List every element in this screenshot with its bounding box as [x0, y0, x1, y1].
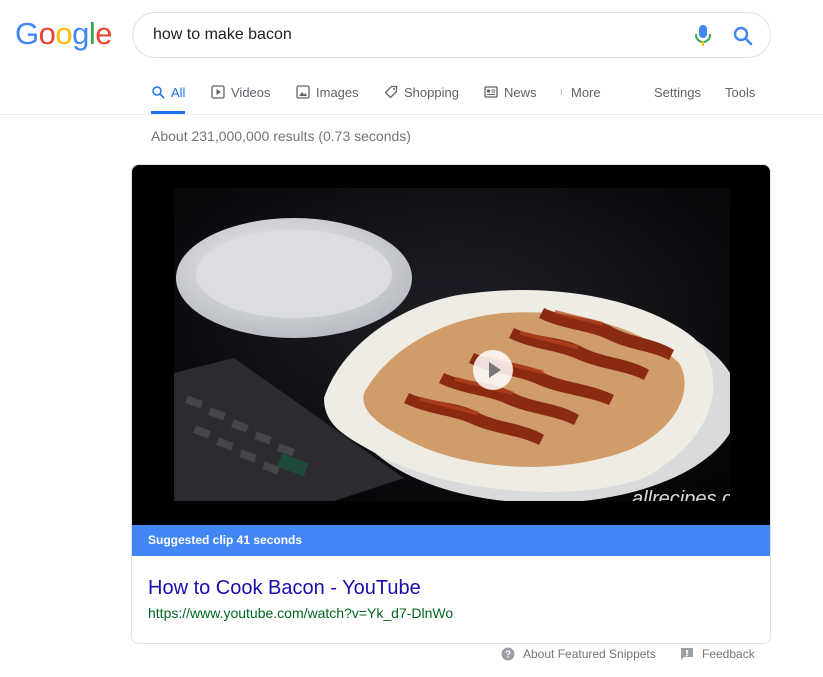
about-featured-snippets-link[interactable]: ? About Featured Snippets	[501, 647, 656, 661]
play-button[interactable]	[473, 350, 513, 390]
logo-letter: g	[72, 16, 89, 51]
tab-videos[interactable]: Videos	[211, 70, 271, 114]
help-icon: ?	[501, 647, 515, 661]
bacon-thumbnail-image	[174, 188, 730, 501]
suggested-clip-bar[interactable]: Suggested clip 41 seconds	[132, 525, 770, 556]
search-input[interactable]	[153, 13, 673, 57]
logo-letter: G	[15, 16, 39, 51]
mic-icon[interactable]	[694, 24, 712, 48]
tab-label: Tools	[725, 84, 756, 100]
feedback-label: Feedback	[702, 647, 755, 661]
result-stats: About 231,000,000 results (0.73 seconds)	[151, 128, 411, 144]
more-vert-icon	[560, 89, 562, 95]
tab-news[interactable]: News	[484, 70, 537, 114]
tab-label: Videos	[231, 84, 271, 100]
feedback-icon	[681, 648, 693, 660]
search-icon[interactable]	[731, 24, 755, 48]
image-icon	[296, 85, 310, 99]
tab-label: Images	[316, 84, 359, 100]
play-square-icon	[211, 85, 225, 99]
tab-tools[interactable]: Tools	[725, 70, 755, 114]
featured-snippet-card: allrecipes.com Suggested clip 41 seconds…	[131, 164, 771, 644]
tag-icon	[384, 85, 398, 99]
tab-label: All	[171, 84, 186, 100]
svg-text:?: ?	[505, 650, 511, 661]
newspaper-icon	[484, 86, 498, 98]
result-title-link[interactable]: How to Cook Bacon - YouTube	[148, 577, 421, 600]
tab-more[interactable]: More	[560, 70, 601, 114]
tab-label: Shopping	[404, 84, 459, 100]
about-snippets-label: About Featured Snippets	[523, 647, 656, 661]
tab-images[interactable]: Images	[296, 70, 359, 114]
search-icon	[152, 86, 165, 99]
feedback-link[interactable]: Feedback	[680, 647, 755, 661]
google-logo[interactable]: Google	[15, 14, 113, 54]
video-player[interactable]: allrecipes.com	[132, 165, 770, 525]
video-watermark: allrecipes.com	[632, 488, 730, 501]
tab-all[interactable]: All	[151, 70, 186, 114]
result-url-link[interactable]: https://www.youtube.com/watch?v=Yk_d7-Dl…	[148, 605, 453, 621]
video-thumbnail[interactable]: allrecipes.com	[174, 188, 730, 501]
logo-letter: e	[95, 16, 113, 51]
tab-label: News	[504, 84, 537, 100]
logo-letter: o	[55, 16, 73, 51]
search-box	[132, 12, 771, 58]
tab-label: Settings	[654, 84, 701, 100]
tab-label: More	[571, 84, 601, 100]
tabs-divider	[0, 114, 823, 115]
logo-letter: o	[38, 16, 56, 51]
search-tabs: All Videos Images Shopping News More Set…	[142, 70, 823, 114]
tab-shopping[interactable]: Shopping	[384, 70, 459, 114]
tab-settings[interactable]: Settings	[654, 70, 701, 114]
